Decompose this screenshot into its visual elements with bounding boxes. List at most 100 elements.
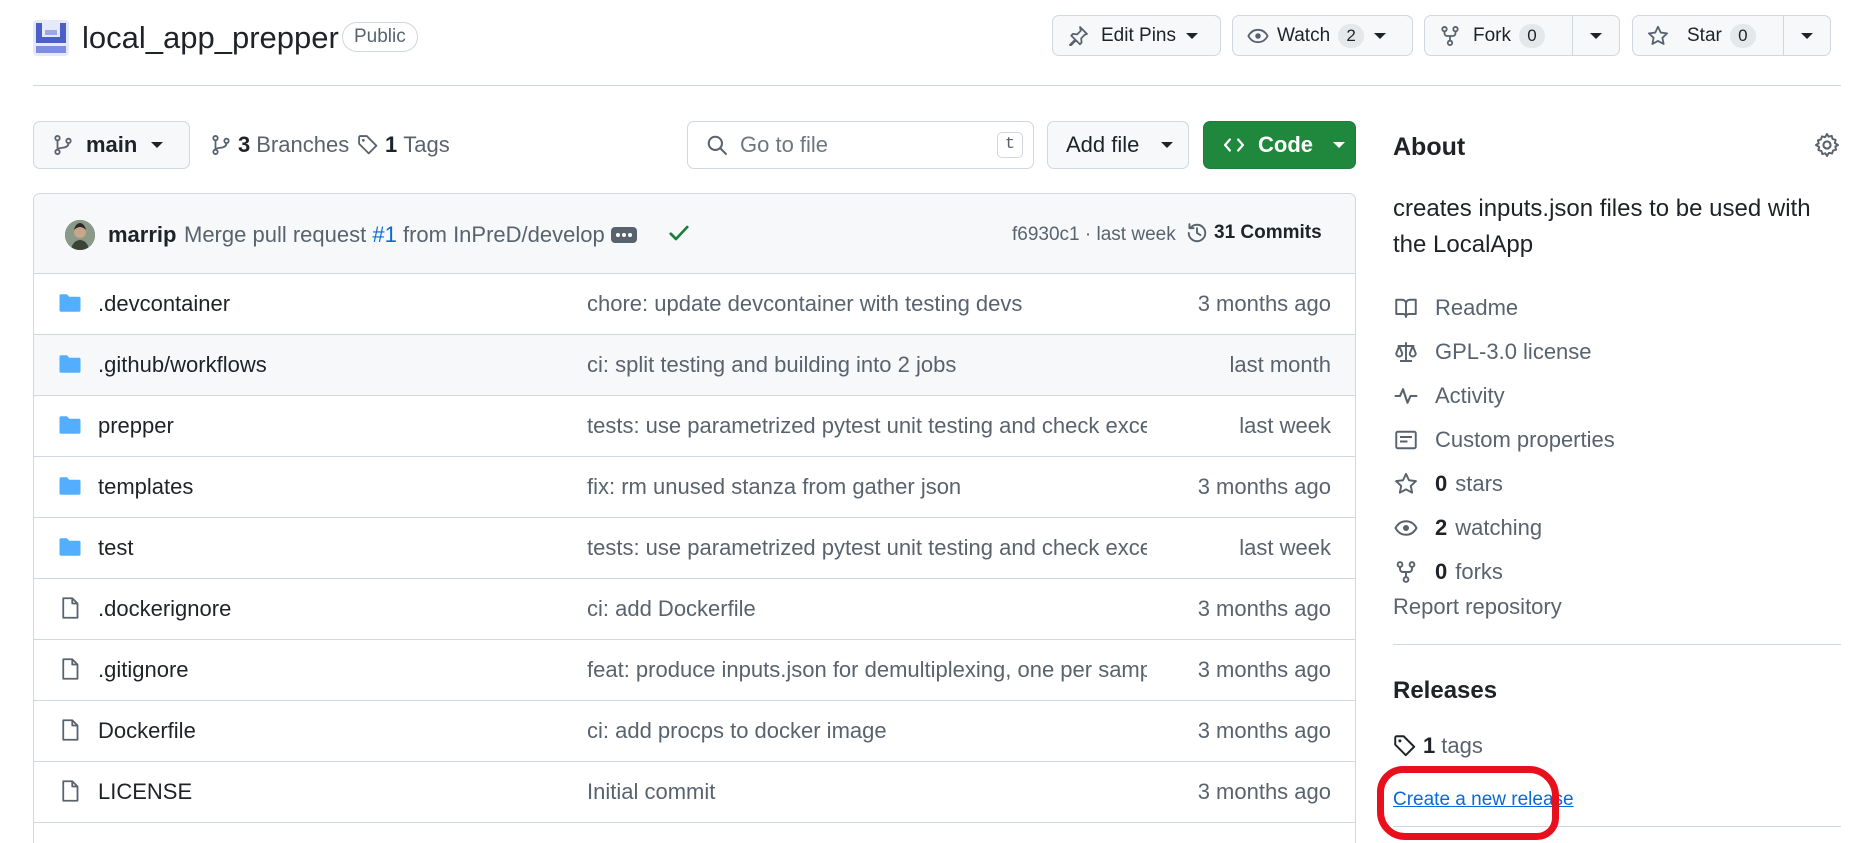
file-commit-message[interactable]: Initial commit	[587, 779, 1147, 805]
file-name-link[interactable]: .gitignore	[98, 657, 189, 683]
file-row[interactable]: .gitignore feat: produce inputs.json for…	[34, 640, 1355, 701]
check-icon[interactable]	[667, 221, 691, 250]
releases-heading[interactable]: Releases	[1393, 677, 1497, 705]
go-to-file-search[interactable]: Go to file t	[687, 121, 1034, 169]
star-icon	[1393, 472, 1419, 496]
release-tags-link[interactable]: 1 tags	[1393, 733, 1483, 759]
branches-link[interactable]: 3 Branches	[210, 132, 349, 158]
file-name-link[interactable]: .dockerignore	[98, 596, 231, 622]
commit-message-suffix: from InPreD/develop	[402, 222, 605, 247]
file-name-link[interactable]: templates	[98, 474, 193, 500]
file-commit-message[interactable]: tests: use parametrized pytest unit test…	[587, 413, 1147, 439]
file-name-link[interactable]: LICENSE	[98, 779, 192, 805]
chevron-down-icon	[1800, 32, 1813, 39]
license-link[interactable]: GPL-3.0 license	[1393, 330, 1615, 374]
file-row[interactable]: .dockerignore ci: add Dockerfile 3 month…	[34, 579, 1355, 640]
commits-label: 31 Commits	[1214, 222, 1322, 243]
file-commit-message[interactable]: feat: produce inputs.json for demultiple…	[587, 657, 1147, 683]
file-commit-date: 3 months ago	[1197, 291, 1331, 316]
tags-link[interactable]: 1 Tags	[357, 132, 450, 158]
law-icon	[1393, 340, 1419, 364]
fork-button[interactable]: Fork 0	[1425, 16, 1572, 55]
avatar[interactable]	[65, 220, 95, 250]
file-row[interactable]: Dockerfile ci: add procps to docker imag…	[34, 701, 1355, 762]
fork-button-group: Fork 0	[1424, 15, 1620, 56]
file-name-link[interactable]: .devcontainer	[98, 291, 230, 317]
file-icon	[58, 718, 82, 748]
file-commit-message[interactable]: ci: add procps to docker image	[587, 718, 1147, 744]
pulse-icon	[1393, 384, 1419, 408]
file-row[interactable]: prepper tests: use parametrized pytest u…	[34, 396, 1355, 457]
folder-icon	[58, 474, 82, 504]
watchers-count: 2	[1435, 515, 1448, 540]
repo-name-link[interactable]: local_app_prepper	[82, 18, 339, 58]
forks-link[interactable]: 0 forks	[1393, 550, 1615, 594]
add-file-button[interactable]: Add file	[1047, 121, 1189, 169]
tag-icon	[1393, 734, 1417, 758]
code-button[interactable]: Code	[1203, 121, 1356, 169]
folder-icon	[58, 413, 82, 443]
eye-icon	[1393, 516, 1419, 540]
fork-menu-button[interactable]	[1571, 16, 1619, 55]
chevron-down-icon	[1185, 32, 1198, 39]
branch-selector[interactable]: main	[33, 121, 190, 169]
file-icon	[58, 596, 82, 626]
report-repository-link[interactable]: Report repository	[1393, 594, 1562, 620]
file-name-link[interactable]: .github/workflows	[98, 352, 267, 378]
watch-button[interactable]: Watch 2	[1232, 15, 1413, 56]
commit-message[interactable]: Merge pull request #1 from InPreD/develo…	[184, 222, 605, 248]
edit-pins-button[interactable]: Edit Pins	[1052, 15, 1221, 56]
activity-link[interactable]: Activity	[1393, 374, 1615, 418]
file-name-link[interactable]: prepper	[98, 413, 174, 439]
star-menu-button[interactable]	[1782, 16, 1830, 55]
file-commit-date: 3 months ago	[1197, 596, 1331, 621]
history-icon	[1186, 222, 1208, 244]
star-icon	[1647, 25, 1669, 47]
custom-properties-link[interactable]: Custom properties	[1393, 418, 1615, 462]
custom-properties-label: Custom properties	[1435, 427, 1615, 452]
pull-request-link[interactable]: #1	[372, 222, 396, 247]
stars-count: 0	[1435, 471, 1448, 496]
file-icon	[58, 779, 82, 809]
file-row[interactable]: LICENSE Initial commit 3 months ago	[34, 762, 1355, 823]
forks-label: forks	[1455, 559, 1503, 584]
file-commit-message[interactable]: tests: use parametrized pytest unit test…	[587, 535, 1147, 561]
gear-icon[interactable]	[1814, 132, 1840, 163]
git-branch-icon	[52, 134, 74, 156]
book-icon	[1393, 296, 1419, 320]
folder-icon	[58, 535, 82, 565]
visibility-badge: Public	[342, 22, 418, 52]
commit-author-link[interactable]: marrip	[108, 222, 176, 248]
repo-owner-avatar[interactable]	[33, 20, 69, 56]
eye-icon	[1247, 25, 1269, 47]
file-commit-message[interactable]: ci: add Dockerfile	[587, 596, 1147, 622]
search-placeholder: Go to file	[740, 132, 829, 157]
file-commit-date: 3 months ago	[1197, 779, 1331, 804]
fork-icon	[1439, 25, 1461, 47]
commits-history-link[interactable]: 31 Commits	[1186, 222, 1322, 244]
release-tags-label: tags	[1441, 733, 1483, 758]
file-row[interactable]: .devcontainer chore: update devcontainer…	[34, 274, 1355, 335]
file-row[interactable]: test tests: use parametrized pytest unit…	[34, 518, 1355, 579]
file-row[interactable]: .github/workflows ci: split testing and …	[34, 335, 1355, 396]
file-row[interactable]: templates fix: rm unused stanza from gat…	[34, 457, 1355, 518]
star-button[interactable]: Star 0	[1633, 16, 1783, 55]
about-heading: About	[1393, 133, 1466, 161]
note-icon	[1393, 428, 1419, 452]
repo-header: local_app_prepper Public Edit Pins Watch…	[0, 0, 1861, 86]
expand-commit-message-button[interactable]	[611, 227, 637, 243]
file-commit-message[interactable]: chore: update devcontainer with testing …	[587, 291, 1147, 317]
file-commit-date: last week	[1239, 413, 1331, 438]
file-commit-message[interactable]: fix: rm unused stanza from gather json	[587, 474, 1147, 500]
file-commit-date: 3 months ago	[1197, 718, 1331, 743]
readme-link[interactable]: Readme	[1393, 286, 1615, 330]
stars-link[interactable]: 0 stars	[1393, 462, 1615, 506]
commit-hash-time[interactable]: f6930c1 · last week	[1012, 224, 1176, 246]
file-commit-message[interactable]: ci: split testing and building into 2 jo…	[587, 352, 1147, 378]
watchers-link[interactable]: 2 watching	[1393, 506, 1615, 550]
file-commit-date: 3 months ago	[1197, 474, 1331, 499]
file-name-link[interactable]: test	[98, 535, 133, 561]
file-name-link[interactable]: Dockerfile	[98, 718, 196, 744]
file-icon	[58, 657, 82, 687]
fork-count: 0	[1519, 23, 1545, 48]
